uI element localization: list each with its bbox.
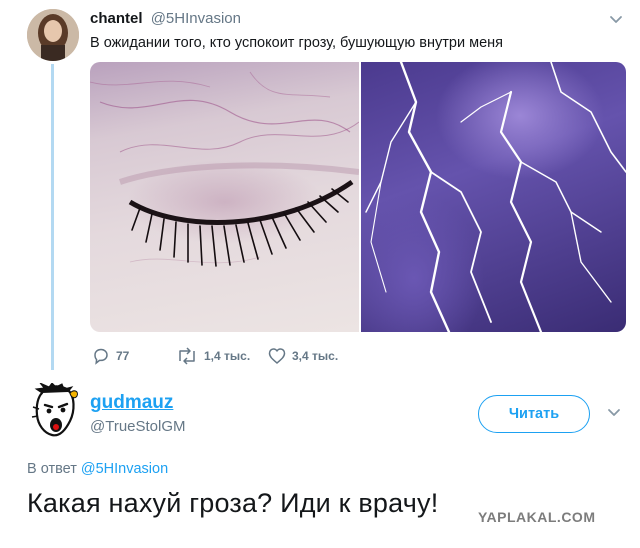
author-avatar[interactable] (27, 9, 79, 61)
like-action[interactable]: 3,4 тыс. (268, 347, 338, 365)
in-reply-to: В ответ @5HInvasion (27, 461, 168, 477)
in-reply-handle-link[interactable]: @5HInvasion (81, 461, 168, 477)
closed-eye-photo[interactable] (90, 62, 359, 332)
reply-text: Какая нахуй гроза? Иди к врачу! (27, 488, 439, 518)
author-handle[interactable]: @5HInvasion (151, 10, 241, 27)
chevron-down-icon[interactable] (605, 403, 623, 421)
reply-author-handle[interactable]: @TrueStolGM (90, 418, 186, 435)
reply-action[interactable]: 77 (92, 347, 129, 365)
follow-button[interactable]: Читать (478, 395, 590, 433)
watermark: YAPLAKAL.COM (478, 509, 596, 525)
chevron-down-icon[interactable] (607, 10, 625, 28)
like-count: 3,4 тыс. (292, 349, 339, 363)
retweet-action[interactable]: 1,4 тыс. (176, 347, 250, 365)
retweet-icon (179, 347, 195, 365)
reply-icon (94, 348, 108, 365)
reply-author-name[interactable]: gudmauz (90, 392, 173, 414)
lightning-photo[interactable] (361, 62, 626, 332)
author-name[interactable]: chantel (90, 10, 143, 27)
reply-count: 77 (116, 349, 130, 363)
in-reply-prefix: В ответ (27, 461, 77, 477)
tweet-header: chantel @5HInvasion (90, 10, 241, 27)
like-icon (268, 348, 286, 364)
tweet-media[interactable] (90, 62, 626, 332)
tweet-text: В ожидании того, кто успокоит грозу, буш… (90, 35, 503, 51)
retweet-count: 1,4 тыс. (204, 349, 251, 363)
reply-author-avatar[interactable] (30, 383, 80, 441)
thread-line (51, 64, 54, 370)
